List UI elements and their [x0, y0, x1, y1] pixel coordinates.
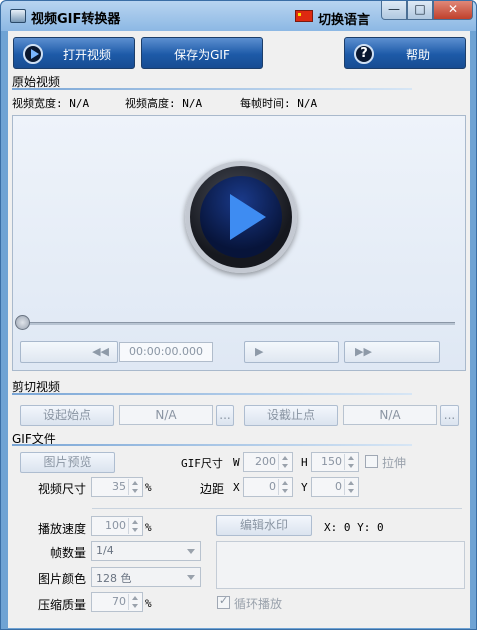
time-display: 00:00:00.000: [119, 342, 213, 362]
fast-forward-button[interactable]: ▶▶: [344, 341, 440, 363]
quality-percent: %: [145, 597, 152, 610]
help-button[interactable]: ? 帮助: [344, 37, 466, 69]
title-bar: 视频GIF转换器 切换语言 — □ ✕: [1, 1, 476, 31]
gif-width-label: W: [233, 456, 240, 469]
gif-width-value: 200: [255, 455, 276, 468]
seek-slider-track[interactable]: [23, 322, 455, 325]
end-browse-button[interactable]: ...: [440, 405, 459, 426]
save-gif-label: 保存为GIF: [174, 48, 230, 62]
frame-time-info: 每帧时间: N/A: [240, 97, 318, 110]
fast-forward-icon: ▶▶: [355, 345, 372, 358]
watermark-preview-box: [216, 541, 465, 589]
close-button[interactable]: ✕: [433, 1, 473, 20]
gif-width-stepper[interactable]: 200: [243, 452, 293, 472]
play-icon: ▶: [255, 345, 264, 358]
maximize-button[interactable]: □: [407, 1, 433, 20]
start-point-field[interactable]: N/A: [119, 405, 213, 425]
set-start-button[interactable]: 设起始点: [20, 405, 114, 426]
save-gif-button[interactable]: 保存为GIF: [141, 37, 263, 69]
edit-watermark-button[interactable]: 编辑水印: [216, 515, 312, 536]
gif-size-label: GIF尺寸: [181, 457, 223, 470]
loop-checkbox[interactable]: [217, 594, 230, 609]
big-play-icon[interactable]: [185, 161, 297, 273]
chevron-down-icon: [187, 549, 195, 554]
color-label: 图片颜色: [38, 572, 87, 586]
video-size-label: 视频尺寸: [38, 482, 87, 496]
gif-height-label: H: [301, 456, 308, 469]
margin-y-label: Y: [301, 481, 308, 494]
video-size-percent: %: [145, 481, 152, 494]
quality-stepper[interactable]: 70: [91, 592, 143, 612]
stretch-label: 拉伸: [382, 456, 407, 470]
play-button[interactable]: ▶: [244, 341, 339, 363]
video-height-info: 视频高度: N/A: [125, 97, 203, 110]
color-select[interactable]: 128 色: [91, 567, 201, 587]
margin-x-value: 0: [269, 480, 276, 493]
end-point-field[interactable]: N/A: [343, 405, 437, 425]
chevron-down-icon: [187, 575, 195, 580]
frames-select[interactable]: 1/4: [91, 541, 201, 561]
video-size-stepper[interactable]: 35: [91, 477, 143, 497]
rewind-icon: ◀◀: [92, 345, 109, 358]
cut-divider: [12, 393, 412, 395]
margin-y-stepper[interactable]: 0: [311, 477, 359, 497]
image-preview-button[interactable]: 图片预览: [20, 452, 115, 473]
gif-options-divider: [92, 508, 462, 509]
rewind-button[interactable]: ◀◀: [20, 341, 118, 363]
margin-x-stepper[interactable]: 0: [243, 477, 293, 497]
frames-value: 1/4: [96, 544, 114, 557]
margin-x-label: X: [233, 481, 240, 494]
gif-height-stepper[interactable]: 150: [311, 452, 359, 472]
stretch-checkbox[interactable]: [365, 455, 378, 468]
loop-label: 循环播放: [234, 597, 283, 611]
help-label: 帮助: [405, 48, 430, 62]
start-browse-button[interactable]: ...: [216, 405, 234, 426]
quality-value: 70: [112, 595, 126, 608]
video-size-value: 35: [112, 480, 126, 493]
speed-value: 100: [105, 519, 126, 532]
margin-y-value: 0: [335, 480, 342, 493]
china-flag-icon[interactable]: [295, 10, 313, 22]
frames-label: 帧数量: [50, 546, 87, 560]
watermark-coords: X: 0 Y: 0: [324, 521, 384, 534]
margin-label: 边距: [200, 482, 225, 496]
source-divider: [12, 88, 412, 90]
video-width-info: 视频宽度: N/A: [12, 97, 90, 110]
window-title: 视频GIF转换器: [31, 12, 121, 27]
open-video-label: 打开视频: [62, 48, 111, 62]
seek-slider-thumb[interactable]: [15, 315, 30, 330]
open-video-button[interactable]: 打开视频: [13, 37, 135, 69]
speed-percent: %: [145, 521, 152, 534]
client-area: 打开视频 保存为GIF ? 帮助 原始视频 视频宽度: N/A 视频高度: N/…: [8, 31, 470, 628]
app-icon: [10, 9, 26, 23]
quality-label: 压缩质量: [38, 598, 87, 612]
switch-language-button[interactable]: 切换语言: [318, 9, 370, 28]
app-window: 视频GIF转换器 切换语言 — □ ✕ 打开视频 保存为GIF ? 帮助 原始视…: [0, 0, 477, 630]
gif-height-value: 150: [321, 455, 342, 468]
color-value: 128 色: [96, 572, 132, 585]
video-preview-panel: ◀◀ 00:00:00.000 ▶ ▶▶: [12, 115, 466, 371]
speed-stepper[interactable]: 100: [91, 516, 143, 536]
minimize-button[interactable]: —: [381, 1, 407, 20]
gif-divider: [12, 444, 412, 446]
set-end-button[interactable]: 设截止点: [244, 405, 338, 426]
speed-label: 播放速度: [38, 522, 87, 536]
